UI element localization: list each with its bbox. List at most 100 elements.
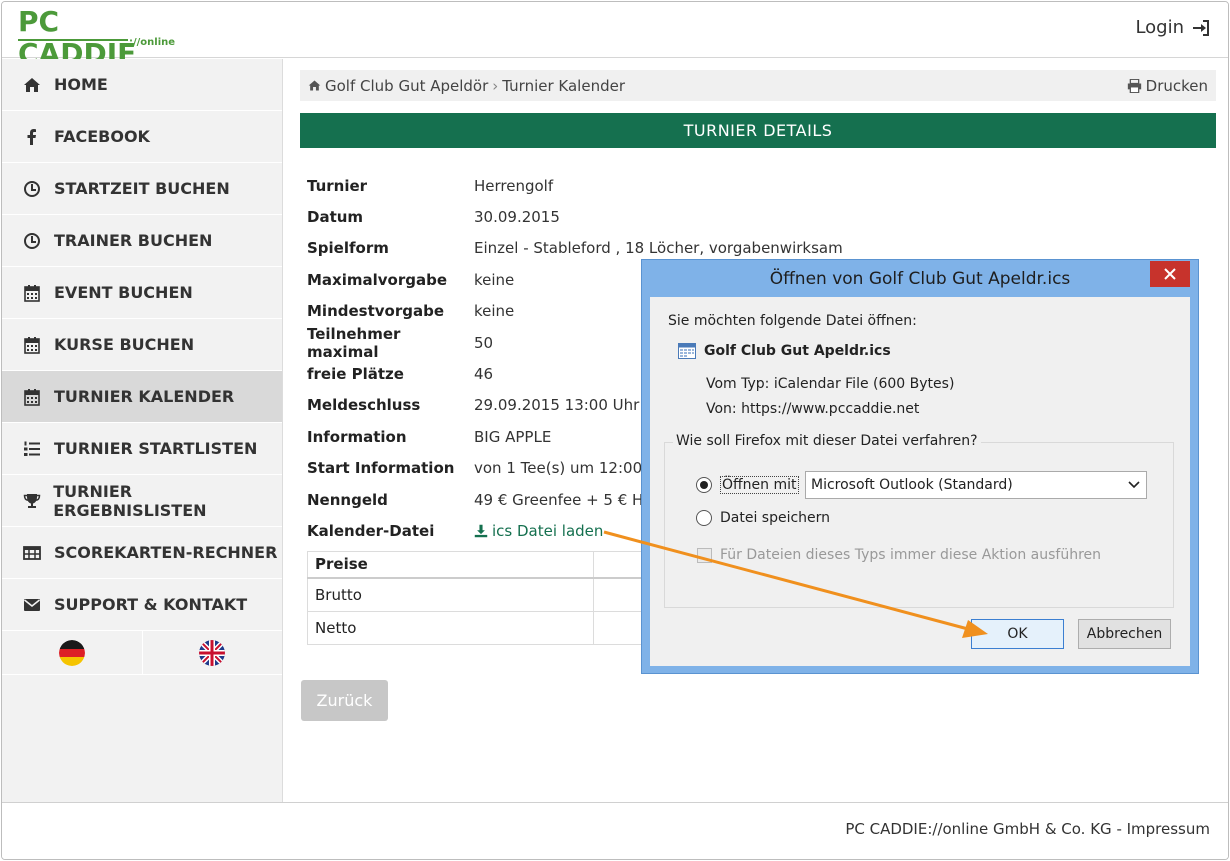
top-header: PC CADDIE ://online Login: [2, 2, 1228, 70]
file-type-row: Vom Typ: iCalendar File (600 Bytes): [706, 376, 954, 392]
footer-text[interactable]: PC CADDIE://online GmbH & Co. KG - Impre…: [845, 820, 1210, 838]
language-german[interactable]: [2, 631, 142, 674]
detail-value: 49 € Greenfee + 5 € Her: [474, 490, 659, 509]
login-label: Login: [1135, 17, 1184, 38]
sidebar-item-label: SCOREKARTEN-RECHNER: [54, 543, 278, 562]
always-action-checkbox-row: Für Dateien dieses Typs immer diese Akti…: [697, 547, 1101, 563]
print-label: Drucken: [1145, 76, 1208, 95]
sidebar-item-label: EVENT BUCHEN: [54, 283, 193, 302]
detail-key: Teilnehmer maximal: [307, 324, 401, 361]
detail-row: Turnier Herrengolf: [307, 170, 1216, 201]
sidebar-item-label: SUPPORT & KONTAKT: [54, 595, 248, 614]
login-link[interactable]: Login: [1135, 17, 1210, 38]
sidebar-item-event-buchen[interactable]: EVENT BUCHEN: [2, 267, 282, 319]
detail-row: Datum 30.09.2015: [307, 201, 1216, 232]
sidebar-item-kurse-buchen[interactable]: KURSE BUCHEN: [2, 319, 282, 371]
detail-value: von 1 Tee(s) um 12:00 U: [474, 459, 658, 478]
numbered-list-icon: [22, 439, 42, 459]
detail-key: Mindestvorgabe: [307, 302, 445, 321]
detail-key: Datum: [307, 208, 364, 227]
ok-button[interactable]: OK: [971, 619, 1064, 649]
detail-value: Herrengolf: [474, 176, 554, 195]
file-source-row: Von: https://www.pccaddie.net: [706, 401, 919, 417]
close-icon: [1164, 268, 1176, 280]
open-with-value: Microsoft Outlook (Standard): [811, 477, 1013, 493]
sidebar-item-label: TURNIER KALENDER: [54, 387, 235, 406]
prize-cell: Netto: [307, 610, 594, 645]
table-row: Brutto: [307, 577, 667, 612]
radio-dot: [700, 481, 708, 489]
file-source-value: https://www.pccaddie.net: [741, 401, 920, 417]
sidebar-item-facebook[interactable]: FACEBOOK: [2, 111, 282, 163]
page-footer: PC CADDIE://online GmbH & Co. KG - Impre…: [2, 802, 1228, 859]
open-with-select[interactable]: Microsoft Outlook (Standard): [805, 471, 1147, 499]
open-with-radio[interactable]: Öffnen mit: [696, 476, 799, 494]
table-icon: [22, 543, 42, 563]
trophy-icon: [22, 491, 41, 511]
ics-download-link[interactable]: ics Datei laden: [474, 522, 603, 540]
sidebar-item-label: TURNIER ERGEBNISLISTEN: [53, 481, 207, 520]
file-type-value: iCalendar File (600 Bytes): [773, 376, 955, 392]
cancel-button[interactable]: Abbrechen: [1078, 619, 1171, 649]
dialog-body: Sie möchten folgende Datei öffnen: Golf …: [650, 297, 1190, 666]
sidebar-item-turnier-kalender[interactable]: TURNIER KALENDER: [2, 371, 282, 423]
detail-value: 29.09.2015 13:00 Uhr: [474, 396, 640, 415]
sidebar-item-startzeit-buchen[interactable]: STARTZEIT BUCHEN: [2, 163, 282, 215]
page-title: TURNIER DETAILS: [300, 113, 1216, 148]
detail-value: 30.09.2015: [474, 208, 560, 227]
calendar-file-icon: [678, 343, 696, 359]
sidebar-item-label: KURSE BUCHEN: [54, 335, 195, 354]
chevron-down-icon: [1128, 481, 1140, 489]
prize-cell: Brutto: [307, 577, 594, 612]
radio-unselected[interactable]: [696, 510, 712, 526]
logo-subtext: ://online: [129, 37, 176, 48]
print-button[interactable]: Drucken: [1127, 77, 1208, 95]
clock-icon: [22, 231, 42, 251]
detail-key: Meldeschluss: [307, 396, 421, 415]
dialog-titlebar[interactable]: Öffnen von Golf Club Gut Apeldr.ics: [642, 260, 1198, 297]
sidebar-item-label: STARTZEIT BUCHEN: [54, 179, 230, 198]
language-english[interactable]: [141, 631, 283, 674]
detail-value: Einzel - Stableford , 18 Löcher, vorgabe…: [474, 239, 843, 258]
sidebar-item-trainer-buchen[interactable]: TRAINER BUCHEN: [2, 215, 282, 267]
dialog-title: Öffnen von Golf Club Gut Apeldr.ics: [769, 268, 1071, 289]
facebook-icon: [22, 127, 42, 147]
sidebar-item-turnier-ergebnislisten[interactable]: TURNIER ERGEBNISLISTEN: [2, 475, 282, 527]
detail-value: 50: [474, 333, 494, 352]
sidebar-item-turnier-startlisten[interactable]: TURNIER STARTLISTEN: [2, 423, 282, 475]
uk-flag-icon: [199, 639, 226, 666]
prize-header: Preise: [307, 550, 594, 580]
prize-table: Preise Brutto Netto: [307, 550, 667, 645]
dialog-close-button[interactable]: [1150, 261, 1190, 287]
file-row: Golf Club Gut Apeldr.ics: [678, 343, 891, 359]
sidebar-item-label: TURNIER STARTLISTEN: [54, 439, 258, 458]
breadcrumb-home-label: Golf Club Gut Apeldör: [325, 76, 489, 95]
printer-icon: [1127, 78, 1141, 93]
action-group: Wie soll Firefox mit dieser Datei verfah…: [664, 433, 1174, 608]
sidebar-item-scorekarten-rechner[interactable]: SCOREKARTEN-RECHNER: [2, 527, 282, 579]
open-file-dialog: Öffnen von Golf Club Gut Apeldr.ics Sie …: [641, 259, 1199, 674]
sidebar-item-label: FACEBOOK: [54, 127, 150, 146]
save-file-radio[interactable]: Datei speichern: [696, 510, 830, 526]
download-icon: [474, 524, 488, 538]
breadcrumb-separator: ›: [492, 76, 499, 95]
breadcrumb-current[interactable]: Turnier Kalender: [502, 77, 625, 95]
detail-key: Spielform: [307, 239, 389, 258]
home-icon: [22, 75, 42, 95]
sidebar-nav: HOME FACEBOOK STARTZEIT BUCHEN TRAINER B…: [2, 59, 283, 802]
detail-key: Maximalvorgabe: [307, 270, 448, 289]
sidebar-item-label: TRAINER BUCHEN: [54, 231, 213, 250]
detail-key: freie Plätze: [307, 365, 404, 384]
german-flag-icon: [58, 639, 85, 666]
calendar-icon: [22, 335, 42, 355]
sidebar-item-home[interactable]: HOME: [2, 59, 282, 111]
detail-key: Information: [307, 427, 407, 446]
pc-caddie-logo[interactable]: PC CADDIE ://online: [18, 6, 178, 70]
back-button[interactable]: Zurück: [301, 680, 388, 721]
envelope-icon: [22, 595, 42, 615]
sidebar-item-label: HOME: [54, 75, 108, 94]
breadcrumb-home[interactable]: Golf Club Gut Apeldör: [308, 77, 488, 95]
sidebar-item-support-kontakt[interactable]: SUPPORT & KONTAKT: [2, 579, 282, 631]
radio-selected[interactable]: [696, 477, 712, 493]
always-action-checkbox: [697, 547, 712, 563]
